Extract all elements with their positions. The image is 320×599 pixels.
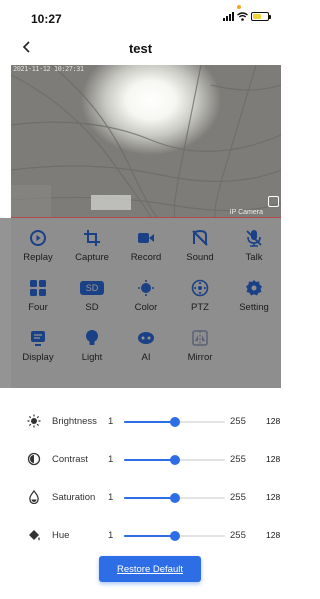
talk-button[interactable]: Talk [227,228,281,269]
slider-handle[interactable] [169,455,180,465]
signal-icon [223,12,234,21]
slider-handle[interactable] [169,531,180,541]
color-icon [138,280,154,296]
ai-icon [138,332,154,344]
control-label: Sound [186,252,214,263]
setting-button[interactable]: Setting [227,278,281,319]
control-label: Display [22,352,54,363]
ptz-icon [191,279,209,297]
status-time: 10:27 [31,12,62,26]
droplet-icon [29,490,39,504]
status-bar: 10:27 [0,0,281,34]
control-label: Setting [239,302,269,313]
sd-button[interactable]: SD SD [65,278,119,319]
restore-default-button[interactable]: Restore Default [99,556,201,582]
replay-icon [30,230,46,246]
wifi-icon [237,12,248,21]
privacy-indicator-icon [237,5,241,9]
ai-button[interactable]: AI [119,328,173,369]
ceiling-grid-image [11,65,281,217]
slider-max: 255 [230,492,246,503]
control-label: PTZ [191,302,209,313]
adjust-label: Brightness [52,416,97,427]
saturation-slider[interactable] [124,493,225,503]
color-button[interactable]: Color [119,278,173,319]
display-icon [31,331,45,346]
sun-icon [27,414,41,428]
brightness-slider[interactable] [124,417,225,427]
fullscreen-button[interactable] [268,196,279,207]
control-label: Record [130,252,162,263]
sound-off-icon [192,229,208,246]
replay-button[interactable]: Replay [11,228,65,269]
gear-icon [246,280,262,296]
slider-max: 255 [230,454,246,465]
ptz-button[interactable]: PTZ [173,278,227,319]
control-label: Color [134,302,158,313]
contrast-slider[interactable] [124,455,225,465]
record-button[interactable]: Record [119,228,173,269]
osd-camera-name: IP Camera [229,209,263,216]
slider-value: 128 [266,454,281,464]
control-label: SD [85,302,99,313]
slider-min: 1 [108,530,114,541]
four-grid-icon [30,280,46,296]
battery-icon [251,12,271,21]
slider-min: 1 [108,492,114,503]
control-label: Replay [23,252,53,263]
nav-bar: test [0,34,281,64]
osd-timestamp: 2021-11-12 10:27:31 [13,65,84,73]
slider-value: 128 [266,416,281,426]
contrast-icon [27,452,41,466]
paint-bucket-icon [29,530,40,541]
video-preview[interactable]: 2021-11-12 10:27:31 IP Camera [11,65,281,218]
slider-max: 255 [230,416,246,427]
slider-min: 1 [108,416,114,427]
sound-button[interactable]: Sound [173,228,227,269]
mirror-button[interactable]: Mirror [173,328,227,369]
four-view-button[interactable]: Four [11,278,65,319]
control-label: Mirror [187,352,213,363]
capture-button[interactable]: Capture [65,228,119,269]
display-button[interactable]: Display [11,328,65,369]
slider-min: 1 [108,454,114,465]
control-label: Capture [75,252,109,263]
slider-max: 255 [230,530,246,541]
adjust-label: Hue [52,530,70,541]
hue-row: Hue 1 255 128 [0,519,281,557]
contrast-row: Contrast 1 255 128 [0,443,281,481]
image-adjustments: Brightness 1 255 128 Contrast 1 255 128 … [0,405,281,557]
slider-handle[interactable] [169,417,180,427]
control-grid: Replay Capture Record Sound Talk Four SD… [11,228,281,369]
crop-icon [84,230,100,246]
hue-slider[interactable] [124,531,225,541]
video-camera-icon [138,233,154,243]
saturation-row: Saturation 1 255 128 [0,481,281,519]
adjust-label: Contrast [52,454,88,465]
control-label: Four [28,302,48,313]
lightbulb-icon [86,330,98,345]
control-label: AI [141,352,151,363]
slider-value: 128 [266,492,281,502]
sd-badge: SD [79,281,105,295]
mirror-icon [192,330,208,346]
adjust-label: Saturation [52,492,96,503]
brightness-row: Brightness 1 255 128 [0,405,281,443]
page-title: test [128,41,153,56]
slider-handle[interactable] [169,493,180,503]
slider-value: 128 [266,530,281,540]
control-panel: Replay Capture Record Sound Talk Four SD… [11,218,281,388]
light-button[interactable]: Light [65,328,119,369]
control-label: Talk [245,252,263,263]
microphone-off-icon [246,230,262,247]
control-label: Light [81,352,103,363]
status-icons [223,12,271,21]
